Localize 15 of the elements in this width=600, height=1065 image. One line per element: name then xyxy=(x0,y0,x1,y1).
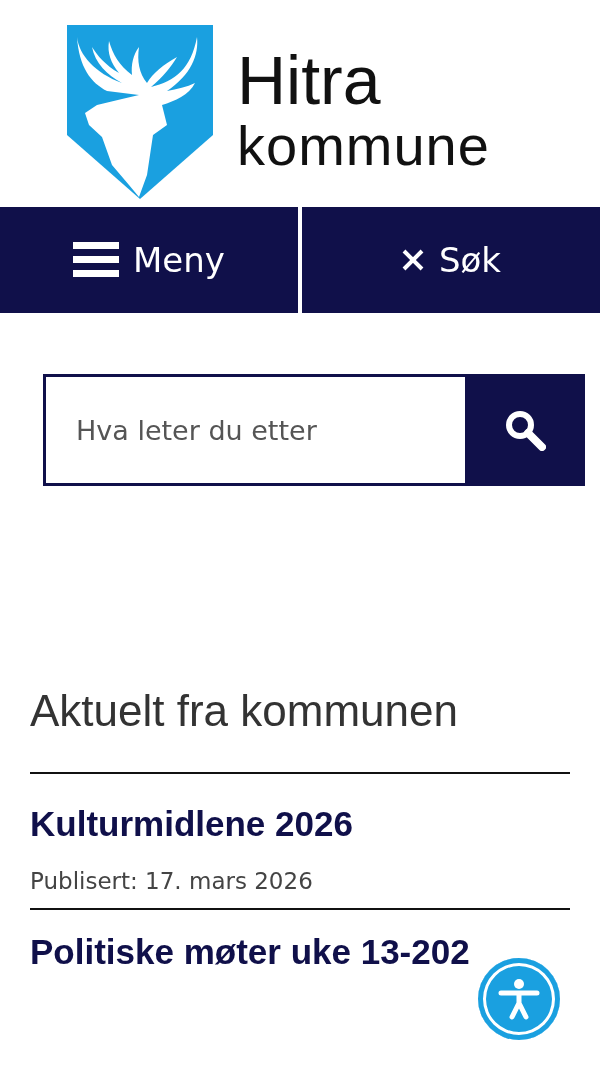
logo-title: Hitra xyxy=(237,45,382,115)
news-title-link[interactable]: Politiske møter uke 13-202 xyxy=(30,932,470,972)
logo-subtitle: kommune xyxy=(237,115,490,177)
search-button[interactable] xyxy=(465,374,585,486)
search-field[interactable]: Hva leter du etter xyxy=(43,374,465,486)
section-heading: Aktuelt fra kommunen xyxy=(30,686,570,774)
menu-button[interactable]: Meny xyxy=(0,207,298,313)
menu-icon xyxy=(73,242,120,278)
accessibility-icon xyxy=(497,977,541,1021)
close-icon xyxy=(400,248,425,272)
search-icon xyxy=(504,409,546,451)
publish-date: Publisert: 17. mars 2026 xyxy=(30,868,313,894)
logo-icon xyxy=(67,25,213,199)
news-title-link[interactable]: Kulturmidlene 2026 xyxy=(30,804,353,844)
search-toggle-button[interactable]: Søk xyxy=(302,207,600,313)
